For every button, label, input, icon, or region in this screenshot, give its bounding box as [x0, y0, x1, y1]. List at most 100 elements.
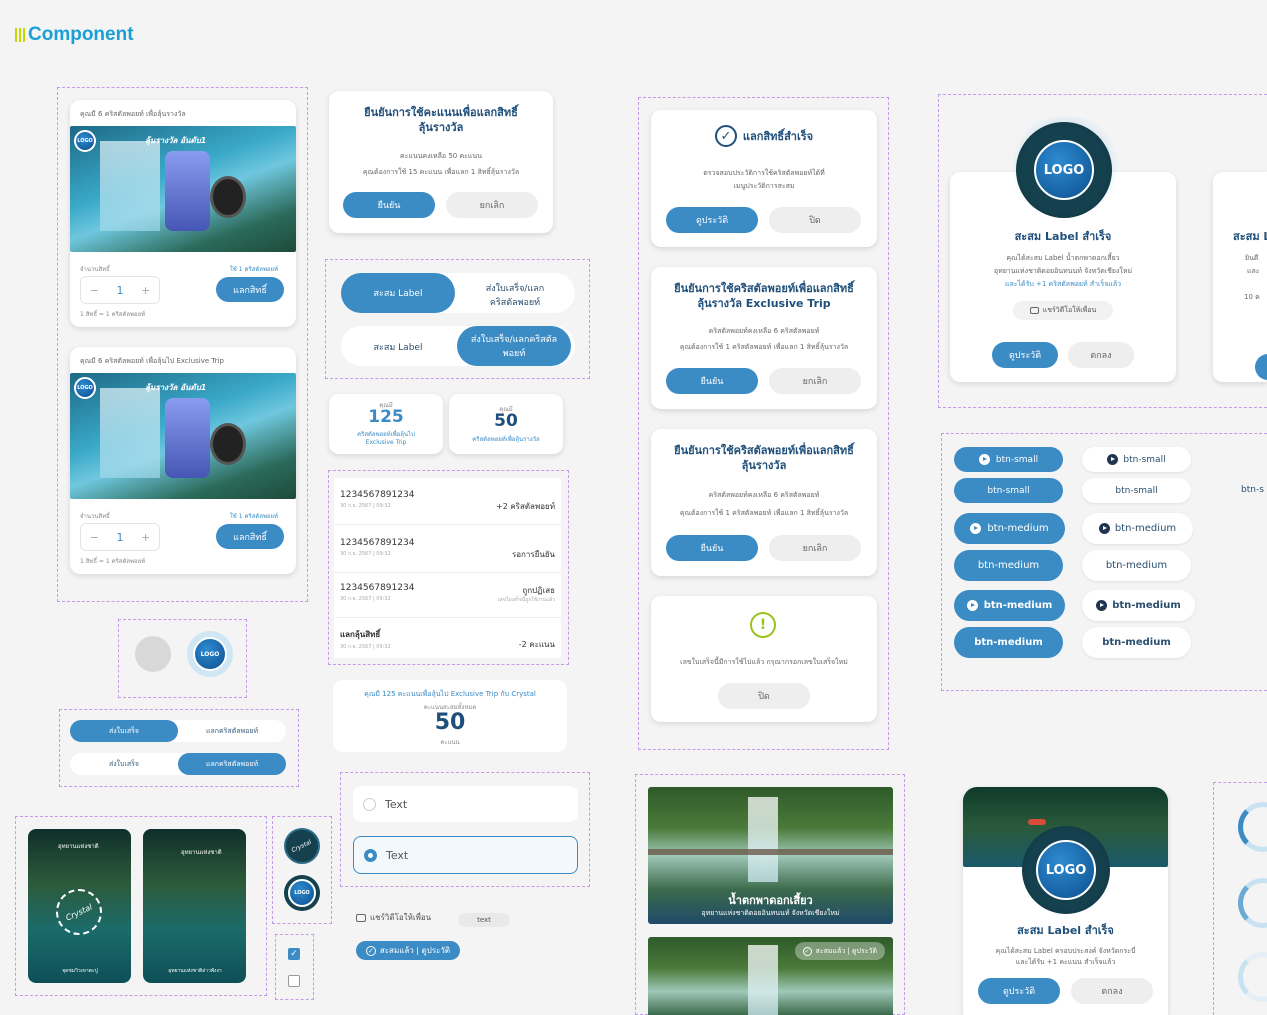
banner-label: ลุ้นรางวัล อันดับ1: [145, 136, 207, 145]
close-button[interactable]: ปิด: [769, 207, 861, 233]
segment-redeem[interactable]: แลกคริสตัลพอยท์: [180, 726, 284, 737]
logo-avatar: LOGO: [288, 879, 316, 907]
dialog-line-1: คริสตัลพอยท์คงเหลือ 6 คริสตัลพอยท์: [708, 491, 820, 499]
radio-checked[interactable]: [364, 848, 377, 862]
redeem-button[interactable]: แลกสิทธิ์: [216, 277, 284, 302]
text-chip[interactable]: text: [458, 913, 510, 927]
page-title: Component: [28, 24, 134, 45]
qty-value[interactable]: 1: [116, 531, 123, 544]
dialog-line-2: คุณต้องการใช้ 1 คริสตัลพอยท์ เพื่อแลก 1 …: [679, 509, 849, 517]
btn-medium-icon-bold-primary[interactable]: btn-medium: [954, 590, 1065, 621]
segment-receipt[interactable]: ส่งใบเสร็จ: [70, 720, 178, 742]
btn-medium-primary[interactable]: btn-medium: [954, 550, 1063, 581]
confirm-dialog: ยืนยันการใช้คะแนนเพื่อแลกสิทธิ์ลุ้นรางวั…: [329, 91, 553, 233]
share-label: แชร์วิดีโอให้เพื่อน: [370, 913, 432, 922]
history-button[interactable]: [1255, 354, 1267, 380]
radio-label: Text: [386, 848, 409, 862]
score-card: คุณมี 125 คะแนนเพื่อลุ้นไป Exclusive Tri…: [333, 680, 567, 752]
btn-medium-icon-primary[interactable]: btn-medium: [954, 513, 1065, 544]
dialog-line-2: เมนูประวัติการสะสม: [733, 182, 795, 190]
banner-label: ลุ้นรางวัล อันดับ1: [145, 383, 207, 392]
collect-logo: LOGO: [1034, 140, 1094, 200]
share-button[interactable]: แชร์วิดีโอให้เพื่อน: [1013, 301, 1113, 320]
plus-button[interactable]: +: [141, 531, 150, 544]
rate-text: 1 สิทธิ์ = 1 คริสตัลพอยท์: [80, 311, 146, 318]
cancel-button[interactable]: ยกเลิก: [769, 368, 861, 394]
collected-chip[interactable]: ✓ สะสมแล้ว | ดูประวัติ: [356, 941, 460, 960]
collected-badge: ✓ สะสมแล้ว | ดูประวัติ: [794, 942, 885, 960]
history-button[interactable]: ดูประวัติ: [992, 342, 1058, 368]
check-circle-icon: ✓: [714, 125, 737, 147]
dialog-line-1: ตรวจสอบประวัติการใช้คริสตัลพอยท์ได้ที่: [703, 169, 825, 177]
history-button[interactable]: ดูประวัติ: [666, 207, 758, 233]
segment-collect[interactable]: สะสม Label: [345, 340, 451, 354]
waterfall: [748, 945, 778, 1015]
divider: [334, 572, 561, 573]
redeem-button[interactable]: แลกสิทธิ์: [216, 524, 284, 549]
btn-label: btn-medium: [983, 600, 1053, 611]
ok-button[interactable]: ตกลง: [1071, 978, 1153, 1004]
btn-small-overflow[interactable]: btn-s: [1241, 485, 1264, 495]
crystal-avatar: Crystal: [284, 828, 320, 864]
radio-label: Text: [385, 797, 408, 811]
collected-label: สะสมแล้ว | ดูประวัติ: [379, 946, 451, 955]
play-icon: [966, 600, 978, 611]
btn-medium-secondary[interactable]: btn-medium: [1082, 550, 1191, 581]
cancel-button[interactable]: ยกเลิก: [446, 192, 538, 218]
segment-collect[interactable]: สะสม Label: [341, 273, 455, 313]
checkbox-unchecked[interactable]: [288, 975, 300, 987]
location-card[interactable]: น้ำตกพาดอกเสี้ยว อุทยานแห่งชาติดอยอินทนน…: [648, 787, 893, 924]
btn-medium-icon-bold-secondary[interactable]: btn-medium: [1082, 590, 1195, 621]
collect-line-1: คุณได้สะสม Label ครอบประสงค์ จังหวัดกระบ…: [995, 947, 1136, 955]
btn-medium-bold-primary[interactable]: btn-medium: [954, 627, 1063, 658]
ok-button[interactable]: ตกลง: [1068, 342, 1134, 368]
plus-button[interactable]: +: [141, 284, 150, 297]
avatar-logo: LOGO: [193, 637, 227, 671]
success-header: ✓ แลกสิทธิ์สำเร็จ: [651, 125, 877, 147]
btn-medium-icon-secondary[interactable]: btn-medium: [1082, 513, 1193, 544]
list-item: 1234567891234 30 ก.ย. 2567 | 09:32 +2 คร…: [340, 490, 555, 520]
logo-badge: LOGO: [74, 377, 96, 399]
location-card[interactable]: ✓ สะสมแล้ว | ดูประวัติ: [648, 937, 893, 1015]
confirm-button[interactable]: ยืนยัน: [666, 535, 758, 561]
segment-receipt[interactable]: ส่งใบเสร็จ: [72, 759, 176, 770]
confirm-button[interactable]: ยืนยัน: [343, 192, 435, 218]
share-chip[interactable]: แชร์วิดีโอให้เพื่อน: [356, 911, 431, 924]
confirm-button[interactable]: ยืนยัน: [666, 368, 758, 394]
segment-receipt-redeem[interactable]: ส่งใบเสร็จ/แลกคริสตัลพอยท์: [457, 326, 571, 366]
minus-button[interactable]: −: [90, 284, 99, 297]
btn-medium-bold-secondary[interactable]: btn-medium: [1082, 627, 1191, 658]
phone-image: [165, 398, 210, 478]
radio-unchecked[interactable]: [363, 797, 376, 811]
close-button[interactable]: ปิด: [718, 683, 810, 709]
btn-small-icon-primary[interactable]: btn-small: [954, 447, 1063, 472]
btn-small-primary[interactable]: btn-small: [954, 478, 1063, 503]
collect-title: สะสม L: [1233, 230, 1267, 243]
play-icon: [1098, 523, 1110, 534]
segment-redeem[interactable]: แลกคริสตัลพอยท์: [178, 753, 286, 775]
rights-label: ใช้ 1 คริสตัลพอยท์: [229, 266, 278, 273]
checkbox-group: [275, 934, 314, 1000]
collect-card-partial: สะสม L ยินดี และ 10 ค: [1213, 172, 1267, 382]
dialog-title: ยืนยันการใช้คริสตัลพอยท์เพื่อแลกสิทธิ์ลุ…: [674, 282, 854, 310]
minus-button[interactable]: −: [90, 531, 99, 544]
history-button[interactable]: ดูประวัติ: [978, 978, 1060, 1004]
cancel-button[interactable]: ยกเลิก: [769, 535, 861, 561]
success-dialog: ✓ แลกสิทธิ์สำเร็จ ตรวจสอบประวัติการใช้คร…: [651, 110, 877, 247]
check-circle-icon: ✓: [365, 945, 376, 956]
dialog-line-1: คริสตัลพอยท์คงเหลือ 6 คริสตัลพอยท์: [708, 327, 820, 335]
segment-receipt-redeem[interactable]: ส่งใบเสร็จ/แลกคริสตัลพอยท์: [472, 281, 558, 309]
play-icon: [1107, 454, 1119, 465]
score-line: คุณมี 125 คะแนนเพื่อลุ้นไป Exclusive Tri…: [364, 690, 536, 698]
btn-small-secondary[interactable]: btn-small: [1082, 478, 1191, 503]
stat-sub: คริสตัลพอยท์เพื่อลุ้นไป Exclusive Trip: [357, 431, 415, 446]
item-value: รอการยืนยัน: [511, 550, 555, 559]
radio-option[interactable]: Text: [353, 786, 578, 822]
qty-value[interactable]: 1: [116, 284, 123, 297]
radio-option-selected[interactable]: Text: [353, 836, 578, 874]
stat-card: คุณมี 125 คริสตัลพอยท์เพื่อลุ้นไป Exclus…: [329, 394, 443, 454]
btn-small-icon-secondary[interactable]: btn-small: [1082, 447, 1191, 472]
checkbox-checked[interactable]: ✓: [288, 948, 300, 960]
play-icon: [1096, 600, 1108, 611]
stat-value: 50: [494, 411, 518, 431]
